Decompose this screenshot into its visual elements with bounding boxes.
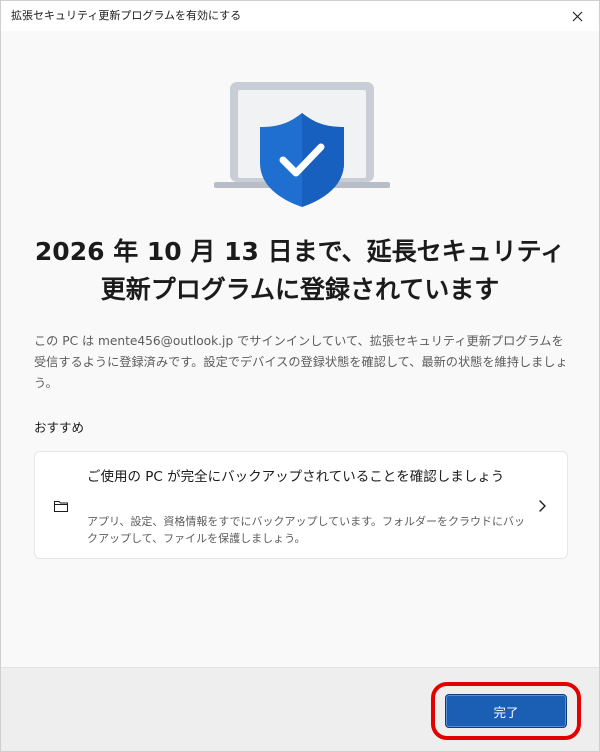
dialog-window: 拡張セキュリティ更新プログラムを有効にする 2026 年 10 月 13 日まで…: [0, 0, 600, 752]
page-title: 2026 年 10 月 13 日まで、延長セキュリティ更新プログラムに登録されて…: [34, 237, 566, 304]
backup-recommendation-card[interactable]: ご使用の PC が完全にバックアップされていることを確認しましょう アプリ、設定…: [34, 451, 568, 559]
chevron-right-icon: [539, 500, 546, 512]
recommended-label: おすすめ: [34, 420, 85, 435]
close-icon: [572, 11, 582, 21]
description-text: この PC は mente456@outlook.jp でサインインしていて、拡…: [34, 334, 568, 390]
laptop-shield-check-icon: [214, 82, 390, 207]
folder-icon: [54, 501, 68, 512]
done-button[interactable]: 完了: [445, 694, 567, 728]
card-description: アプリ、設定、資格情報をすでにバックアップしています。フォルダーをクラウドにバッ…: [87, 515, 526, 545]
title-bar: 拡張セキュリティ更新プログラムを有効にする: [1, 1, 599, 31]
close-button[interactable]: [555, 1, 599, 31]
window-title: 拡張セキュリティ更新プログラムを有効にする: [11, 9, 242, 22]
card-title: ご使用の PC が完全にバックアップされていることを確認しましょう: [87, 469, 505, 485]
